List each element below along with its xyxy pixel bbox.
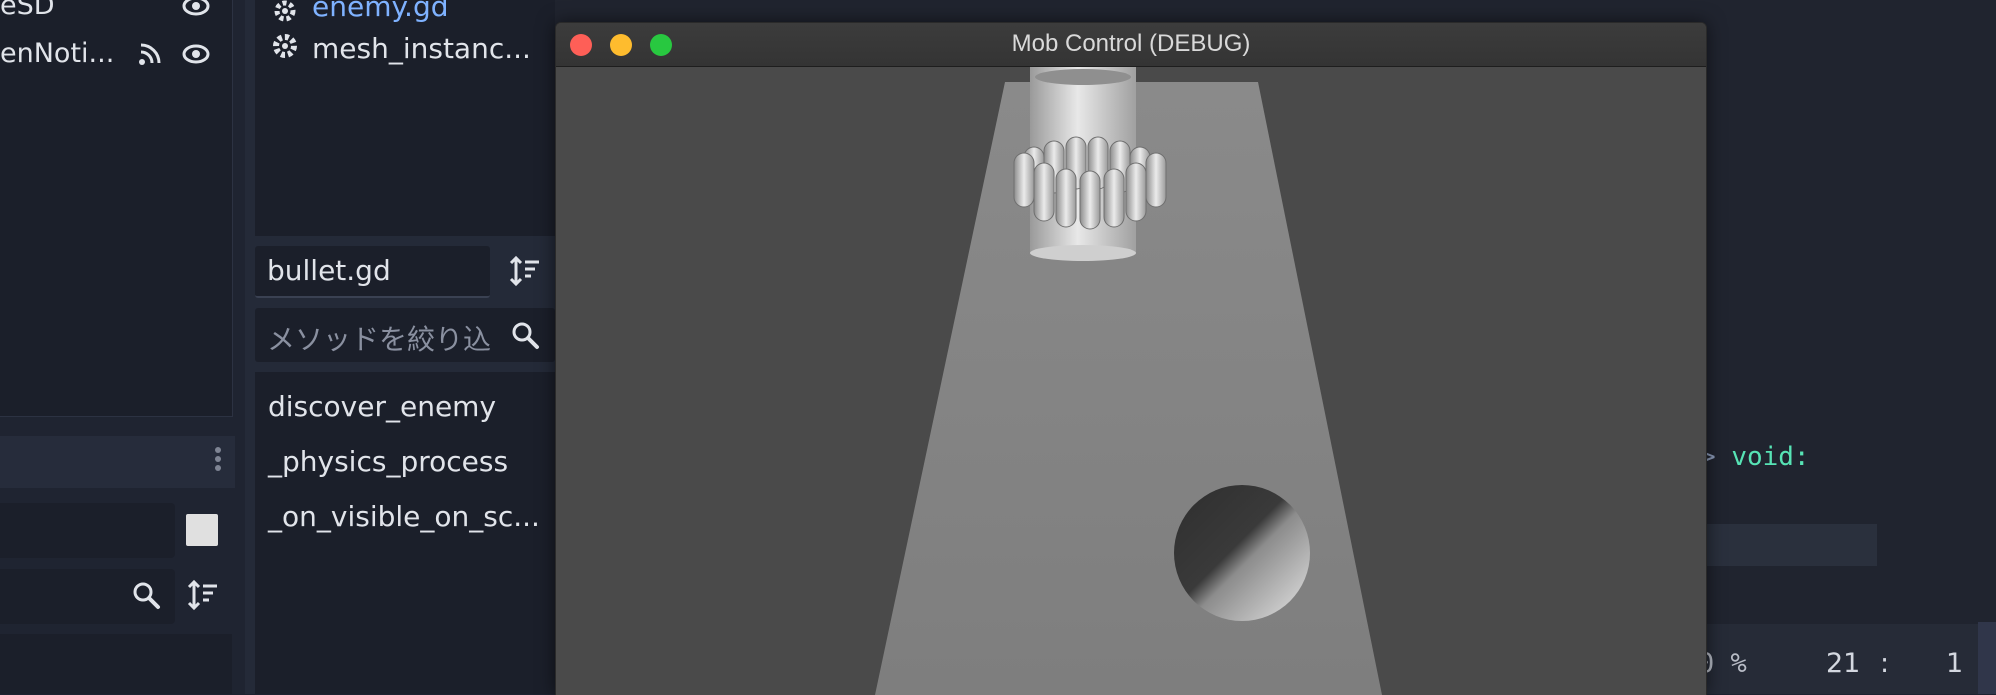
visibility-eye-icon[interactable]	[182, 0, 210, 20]
game-viewport[interactable]	[556, 67, 1706, 695]
code-keyword: void:	[1731, 442, 1810, 472]
sort-icon[interactable]	[186, 578, 220, 612]
gear-icon	[273, 34, 297, 58]
color-swatch[interactable]	[186, 514, 218, 546]
script-item-label: enemy.gd	[312, 0, 449, 23]
cursor-line: 21	[1826, 648, 1861, 679]
scene-tree-row[interactable]: enNoti...	[0, 26, 232, 80]
signal-icon[interactable]	[136, 40, 164, 68]
visibility-eye-icon[interactable]	[182, 40, 210, 68]
status-bar-edge	[1978, 622, 1996, 694]
method-list-item[interactable]: _physics_process	[268, 445, 508, 478]
window-titlebar[interactable]: Mob Control (DEBUG)	[556, 23, 1706, 67]
inspector-header	[0, 436, 235, 488]
sort-icon[interactable]	[508, 254, 542, 288]
method-list-item[interactable]: discover_enemy	[268, 390, 496, 423]
scene-tree-panel: eSD enNoti...	[0, 0, 233, 417]
debug-game-window[interactable]: Mob Control (DEBUG)	[555, 22, 1707, 695]
script-item-label: mesh_instanc...	[312, 32, 531, 65]
inspector-content	[0, 634, 232, 694]
search-icon	[131, 580, 161, 610]
script-filter-value: bullet.gd	[267, 254, 391, 287]
cursor-separator: :	[1880, 648, 1890, 679]
scene-tree-item-label: eSD	[0, 0, 55, 21]
inspector-property-field[interactable]	[0, 503, 175, 558]
cursor-column: 1	[1946, 648, 1964, 679]
method-filter-placeholder: メソッドを絞り込	[267, 323, 492, 356]
search-icon	[510, 320, 540, 350]
window-title: Mob Control (DEBUG)	[1011, 30, 1251, 57]
gear-icon	[274, 0, 296, 22]
more-options-icon[interactable]	[212, 444, 224, 480]
method-list-item[interactable]: _on_visible_on_sc...	[268, 500, 540, 533]
current-line-highlight	[1705, 524, 1877, 566]
code-line: > void:	[1700, 442, 1810, 472]
scene-tree-item-label: enNoti...	[0, 38, 115, 69]
ball-model	[1174, 485, 1310, 621]
script-filter-input[interactable]: bullet.gd	[255, 246, 490, 298]
